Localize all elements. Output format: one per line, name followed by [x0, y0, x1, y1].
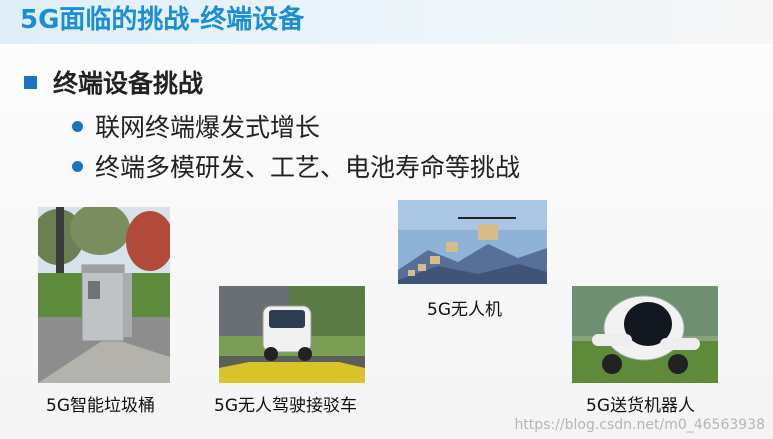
bullet-text: 联网终端爆发式增长 [95, 113, 321, 142]
slide-title: 5G面临的挑战-终端设备 [20, 5, 305, 35]
image-caption: 5G无人机 [427, 300, 502, 320]
heading-text: 终端设备挑战 [53, 69, 204, 98]
bullet-text: 终端多模研发、工艺、电池寿命等挑战 [95, 153, 521, 182]
driverless-shuttle-photo [219, 286, 365, 383]
delivery-robot-icon [572, 286, 718, 383]
image-caption: 5G智能垃圾桶 [46, 396, 155, 416]
driverless-shuttle-icon [219, 286, 365, 383]
section-heading: 终端设备挑战 [24, 64, 203, 100]
delivery-robot-photo [572, 286, 718, 383]
image-caption: 5G无人驾驶接驳车 [214, 396, 357, 416]
image-caption: 5G送货机器人 [586, 396, 695, 416]
bullet-dot-icon [72, 160, 83, 172]
smart-trash-bin-photo [38, 207, 170, 383]
bullet-item: 联网终端爆发式增长 [72, 108, 320, 144]
smart-trash-bin-icon [38, 207, 170, 383]
square-bullet-icon [24, 75, 37, 89]
bullet-dot-icon [72, 120, 83, 132]
bullet-item: 终端多模研发、工艺、电池寿命等挑战 [72, 148, 520, 184]
delivery-drones-icon [398, 200, 547, 284]
delivery-drones-photo [398, 200, 547, 284]
watermark: https://blog.csdn.net/m0_46563938 [514, 417, 765, 433]
